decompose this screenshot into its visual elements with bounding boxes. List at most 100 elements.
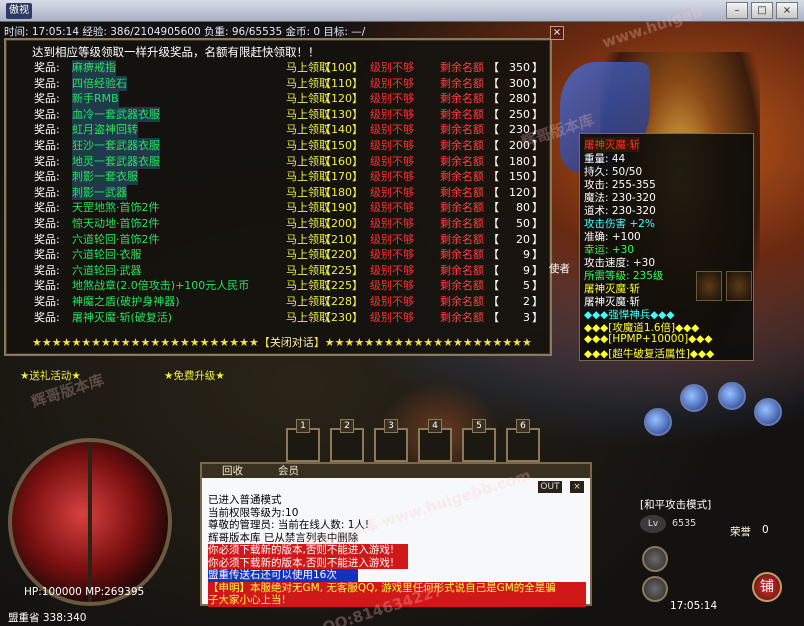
reward-level: 【160】 [320, 154, 363, 168]
skill-orb[interactable] [754, 398, 782, 426]
reward-key: 奖品: [34, 201, 60, 215]
chat-line: 当前权限等级为:10 [208, 506, 299, 519]
reward-name: 新手RMB [72, 91, 119, 107]
remaining-count: 230 [509, 123, 530, 137]
bag-button[interactable] [642, 546, 668, 572]
gem-slot[interactable] [726, 271, 752, 301]
remaining-count: 80 [516, 201, 530, 215]
remaining-label: 剩余名额 [440, 263, 484, 277]
bracket-open: 【 [488, 201, 499, 215]
reward-key: 奖品: [34, 138, 60, 152]
reward-name: 麻痹戒指 [72, 60, 116, 76]
quickbar-slot[interactable] [462, 428, 496, 462]
quickbar-number: 1 [296, 419, 310, 433]
close-button[interactable]: × [776, 2, 798, 19]
tab-member[interactable]: 会员 [278, 464, 299, 478]
reward-row: 奖品: 地煞战章(2.0倍攻击)+100元人民币 马上领取 【225】 级别不够 剩余名额… [30, 278, 543, 294]
bracket-open: 【 [488, 123, 499, 137]
bracket-open: 【 [488, 216, 499, 230]
footer-stars-left: ★★★★★★★★★★★★★★★★★★★★★★★【 [32, 336, 270, 349]
window-controls: – □ × [726, 2, 798, 19]
bracket-close: 】 [532, 61, 543, 74]
reward-row: 奖品: 惊天动地·首饰2件 马上领取 【200】 级别不够 剩余名额【50】 [30, 216, 543, 232]
shop-button[interactable]: 铺 [752, 572, 782, 602]
minimize-button[interactable]: – [726, 2, 748, 19]
reward-key: 奖品: [34, 185, 60, 199]
skill-orb[interactable] [644, 408, 672, 436]
game-clock: 17:05:14 [670, 600, 718, 612]
reward-status: 级别不够 [370, 154, 414, 168]
bracket-close: 】 [532, 310, 543, 324]
reward-level: 【180】 [320, 185, 363, 199]
reward-level: 【130】 [320, 107, 363, 121]
reward-status: 级别不够 [370, 248, 414, 262]
reward-level: 【230】 [320, 310, 363, 324]
quickbar-slot[interactable] [506, 428, 540, 462]
hp-mp-readout: HP:100000 MP:269395 [24, 586, 145, 598]
bracket-open: 【 [488, 232, 499, 246]
reward-level: 【190】 [320, 201, 363, 215]
quickbar-slot[interactable] [286, 428, 320, 462]
free-levelup-link[interactable]: ★免费升级★ [164, 368, 225, 383]
bracket-close: 】 [532, 170, 543, 184]
reward-row: 奖品: 六道轮回·衣服 马上领取 【220】 级别不够 剩余名额【9】 [30, 247, 543, 263]
item-bonus-3: ◆◆◆[超牛破复活属性]◆◆◆ [584, 348, 715, 360]
quickbar-slot[interactable] [330, 428, 364, 462]
maximize-button[interactable]: □ [751, 2, 773, 19]
npc-name-label[interactable]: 使者 [549, 261, 570, 276]
gift-event-link[interactable]: ★送礼活动★ [20, 368, 81, 383]
quickbar-number: 6 [516, 419, 530, 433]
remaining-count: 200 [509, 138, 530, 152]
quickbar-slot[interactable] [418, 428, 452, 462]
remaining-label: 剩余名额 [440, 154, 484, 168]
bracket-open: 【 [488, 294, 499, 308]
gem-slot[interactable] [696, 271, 722, 301]
remaining-count: 3 [523, 310, 530, 324]
skill-orb[interactable] [718, 382, 746, 410]
remaining-count: 250 [509, 107, 530, 121]
close-dialog-link[interactable]: 关闭对话 [270, 336, 314, 349]
reward-name: 天罡地煞·首饰2件 [72, 201, 160, 215]
quickbar-number: 2 [340, 419, 354, 433]
remaining-count: 150 [509, 170, 530, 184]
reward-name: 地灵一套武器衣服 [72, 153, 160, 170]
remaining-count: 9 [523, 263, 530, 277]
reward-status: 级别不够 [370, 216, 414, 230]
bracket-close: 】 [532, 248, 543, 262]
chat-line: 子大家小心上当! [208, 594, 586, 607]
chat-line: 尊敬的管理员: 当前在线人数: 1人! [208, 519, 370, 531]
reward-row: 奖品: 刺影一武器 马上领取 【180】 级别不够 剩余名额【120】 [30, 184, 543, 201]
reward-status: 级别不够 [370, 92, 414, 106]
quickbar-number: 4 [428, 419, 442, 433]
character-button[interactable] [642, 576, 668, 602]
quickbar-slot[interactable] [374, 428, 408, 462]
reward-status: 级别不够 [370, 232, 414, 246]
reward-key: 奖品: [34, 170, 60, 184]
reward-level: 【110】 [320, 76, 363, 90]
remaining-label: 剩余名额 [440, 232, 484, 246]
reward-row: 奖品: 新手RMB 马上领取 【120】 级别不够 剩余名额【280】 [30, 91, 543, 107]
skill-orb[interactable] [680, 384, 708, 412]
remaining-label: 剩余名额 [440, 138, 484, 152]
reward-status: 级别不够 [370, 201, 414, 215]
reward-row: 奖品: 六道轮回·武器 马上领取 【225】 级别不够 剩余名额【9】 [30, 263, 543, 279]
reward-key: 奖品: [34, 279, 60, 293]
reward-key: 奖品: [34, 76, 60, 90]
reward-key: 奖品: [34, 154, 60, 168]
bracket-close: 】 [532, 232, 543, 246]
footer-stars-right: 】★★★★★★★★★★★★★★★★★★★★★★★ [313, 336, 532, 349]
attack-mode-label[interactable]: [和平攻击模式] [640, 497, 711, 512]
chat-out-button[interactable]: OUT [538, 481, 562, 493]
reward-name: 四倍经验石 [72, 75, 127, 92]
reward-row: 奖品: 地灵一套武器衣服 马上领取 【160】 级别不够 剩余名额【180】 [30, 153, 543, 170]
reward-key: 奖品: [34, 248, 60, 262]
tab-recycle[interactable]: 回收 [222, 464, 243, 478]
remaining-count: 2 [523, 294, 530, 308]
reward-status: 级别不够 [370, 263, 414, 277]
dialog-close-button[interactable]: × [550, 26, 564, 40]
remaining-label: 剩余名额 [440, 185, 484, 199]
chat-close-button[interactable]: × [570, 481, 584, 493]
dialog-header: 达到相应等级领取一样升级奖品，名额有限赶快领取！！ [32, 45, 320, 59]
reward-row: 奖品: 六道轮回·首饰2件 马上领取 【210】 级别不够 剩余名额【20】 [30, 232, 543, 248]
chat-line: 已进入普通模式 [208, 494, 282, 506]
